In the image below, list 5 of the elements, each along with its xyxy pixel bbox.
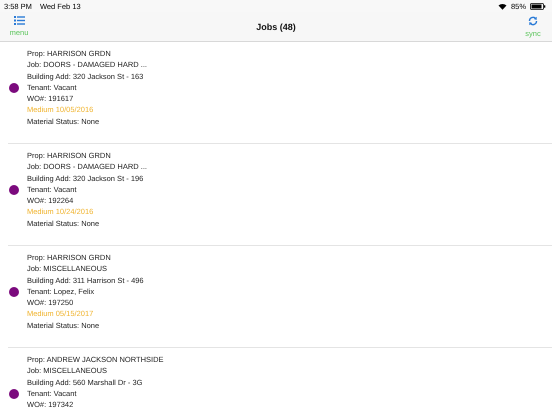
sync-icon <box>528 16 538 26</box>
battery-icon <box>530 2 546 10</box>
wifi-icon <box>498 2 507 10</box>
menu-icon <box>14 16 24 25</box>
screen-title: Jobs (48) <box>255 22 297 32</box>
